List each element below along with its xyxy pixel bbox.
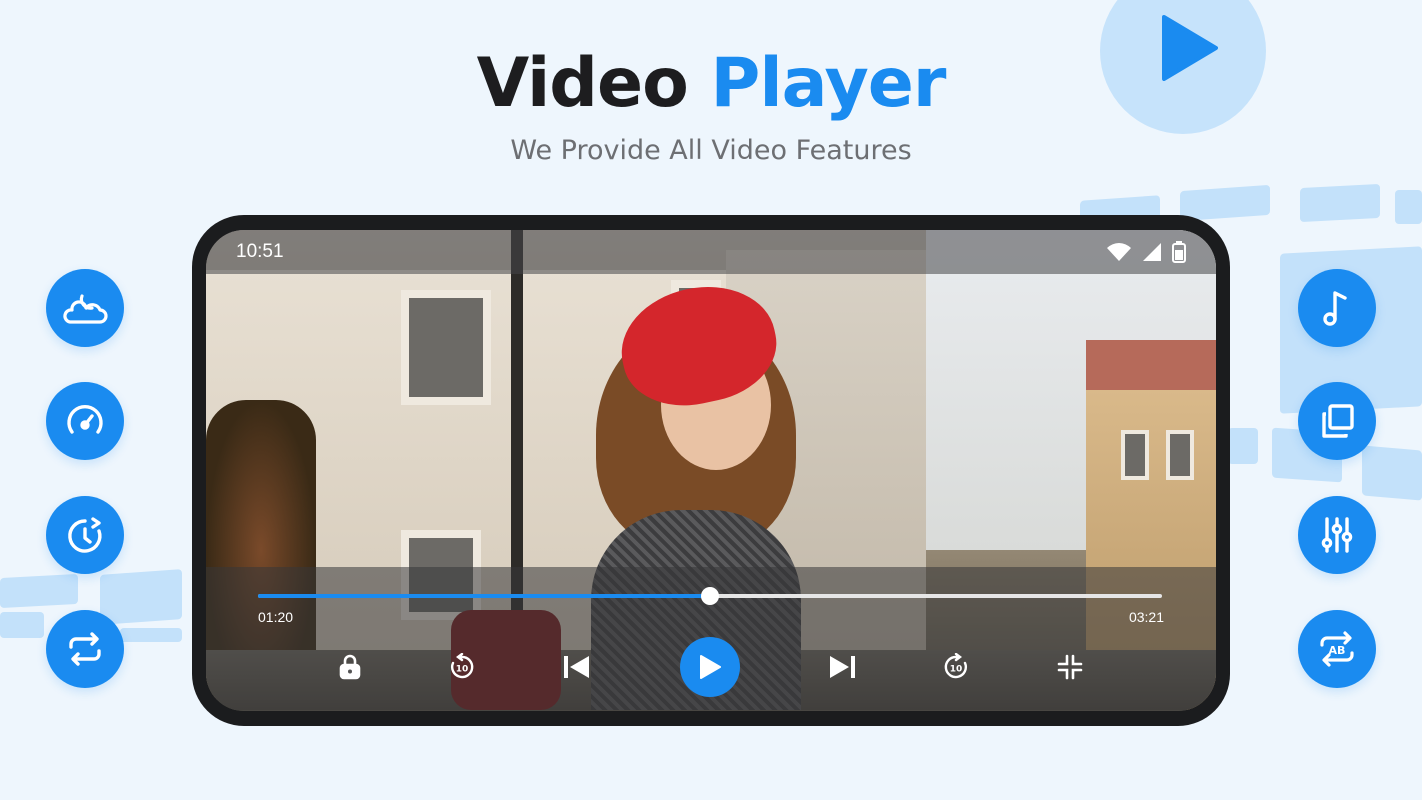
fullscreen-exit-icon: [1057, 654, 1083, 680]
decor-shape: [100, 569, 182, 625]
ab-repeat-button[interactable]: AB: [1298, 610, 1376, 688]
repeat-icon: [69, 632, 101, 666]
ab-repeat-icon: AB: [1320, 631, 1354, 667]
skip-next-icon: [830, 656, 855, 678]
decor-shape: [1395, 190, 1422, 224]
music-button[interactable]: [1298, 269, 1376, 347]
seek-bar-progress: [258, 594, 710, 598]
play-button[interactable]: [680, 637, 740, 697]
total-time: 03:21: [1128, 609, 1164, 625]
playback-speed-button[interactable]: [46, 382, 124, 460]
decor-shape: [120, 628, 182, 642]
svg-text:AB: AB: [1329, 644, 1346, 657]
title-part-1: Video: [476, 44, 689, 123]
player-controls: 01:20 03:21 10 10: [206, 567, 1216, 711]
rewind-10-button[interactable]: 10: [444, 649, 480, 685]
equalizer-button[interactable]: [1298, 496, 1376, 574]
decor-shape: [1180, 184, 1270, 222]
decor-shape: [0, 612, 44, 638]
page-title: Video Player: [0, 44, 1422, 124]
repeat-button[interactable]: [46, 610, 124, 688]
copy-pip-icon: [1322, 404, 1354, 438]
video-scene-pole: [511, 230, 523, 610]
music-note-icon: [1323, 291, 1347, 326]
decor-shape: [1300, 183, 1380, 223]
cloud-night-icon: [63, 294, 108, 324]
svg-text:10: 10: [456, 665, 469, 675]
video-scene-window: [1121, 430, 1149, 480]
page-subtitle: We Provide All Video Features: [510, 135, 912, 166]
svg-text:10: 10: [950, 665, 963, 675]
video-scene-window: [1166, 430, 1194, 480]
phone-frame: 10:51 01:20 03:21 10 10: [192, 215, 1230, 726]
status-bar: 10:51: [206, 230, 1216, 274]
current-time: 01:20: [258, 609, 294, 625]
lock-icon: [339, 654, 361, 680]
sleep-timer-icon: [68, 517, 102, 553]
play-icon: [700, 655, 721, 679]
forward-10-button[interactable]: 10: [938, 649, 974, 685]
sleep-timer-button[interactable]: [46, 496, 124, 574]
skip-previous-icon: [564, 656, 589, 678]
video-screen[interactable]: 10:51 01:20 03:21 10 10: [206, 230, 1216, 711]
speed-gauge-icon: [67, 404, 103, 434]
next-button[interactable]: [824, 649, 860, 685]
seek-bar-thumb[interactable]: [701, 587, 719, 605]
wifi-icon: [1107, 243, 1131, 261]
decor-shape: [0, 573, 78, 609]
seek-bar[interactable]: [258, 587, 1162, 605]
forward-10-icon: 10: [944, 653, 967, 679]
rewind-10-icon: 10: [451, 653, 474, 679]
exit-fullscreen-button[interactable]: [1052, 649, 1088, 685]
previous-button[interactable]: [559, 649, 595, 685]
title-part-2: Player: [710, 44, 947, 123]
decor-shape: [1362, 445, 1422, 501]
cloud-night-button[interactable]: [46, 269, 124, 347]
popup-player-button[interactable]: [1298, 382, 1376, 460]
status-time: 10:51: [236, 241, 284, 262]
video-scene-window: [401, 290, 491, 405]
decor-shape: [1228, 428, 1258, 464]
equalizer-icon: [1321, 517, 1353, 553]
lock-button[interactable]: [332, 649, 368, 685]
signal-icon: [1143, 243, 1161, 261]
battery-icon: [1172, 241, 1186, 263]
